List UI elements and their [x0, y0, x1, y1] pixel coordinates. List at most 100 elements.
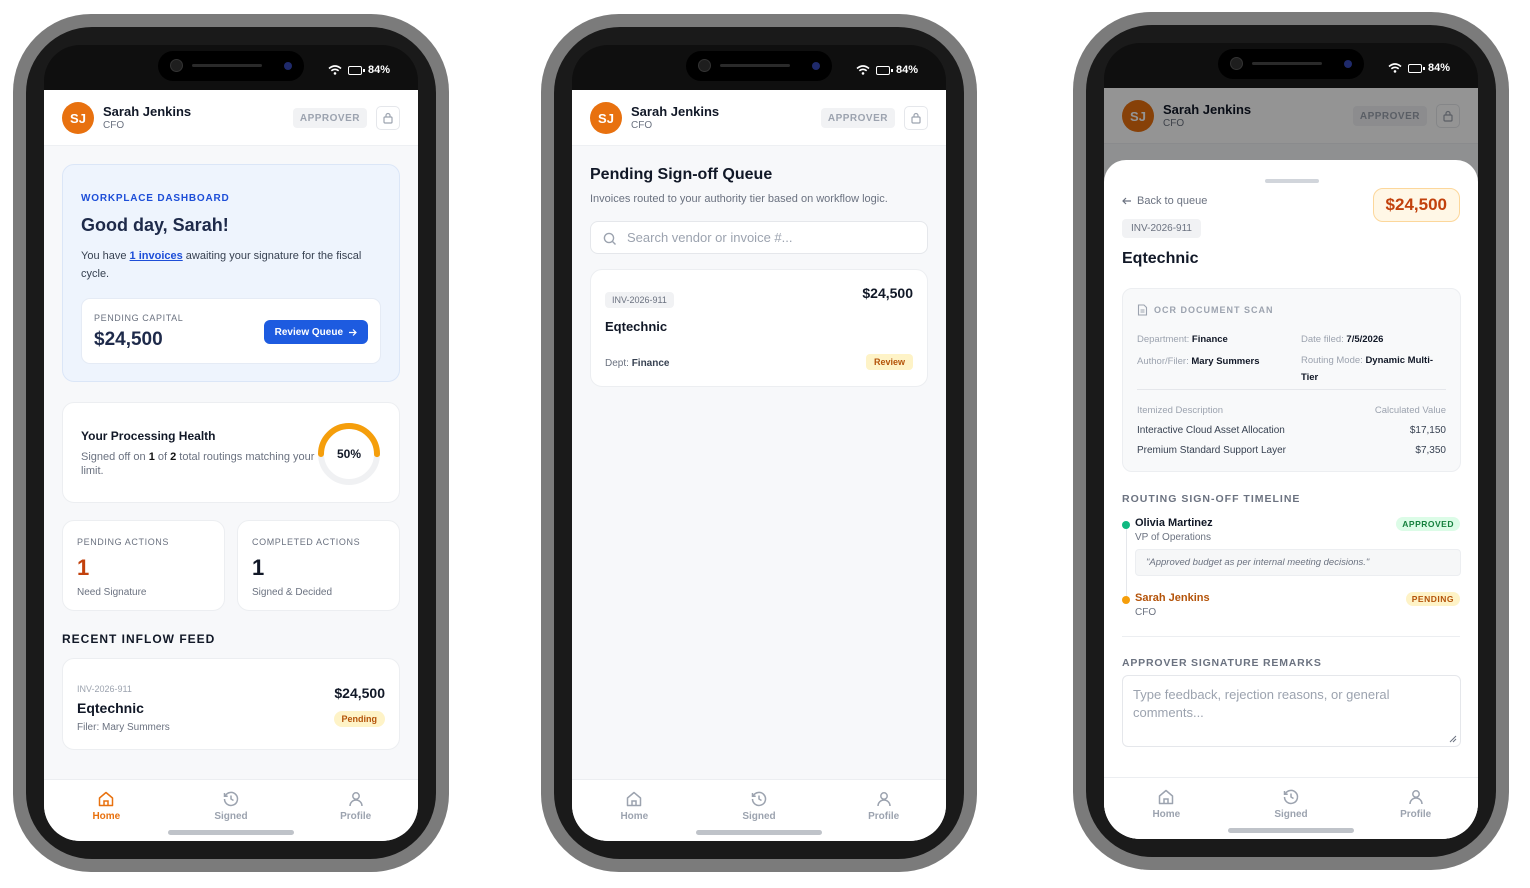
- remarks-placeholder: Type feedback, rejection reasons, or gen…: [1133, 687, 1390, 720]
- pending-actions-card: PENDING ACTIONS 1 Need Signature: [62, 520, 225, 611]
- feed-item-filer: Filer: Mary Summers: [77, 722, 170, 733]
- detail-invoice-id: INV-2026-911: [1122, 219, 1201, 238]
- queue-item-amount: $24,500: [862, 285, 913, 301]
- pending-actions-label: PENDING ACTIONS: [77, 537, 170, 547]
- pending-approver-role: CFO: [1135, 607, 1157, 618]
- tab-home[interactable]: Home: [1104, 778, 1229, 839]
- ocr-date: Date filed: 7/5/2026: [1301, 334, 1384, 345]
- queue-item-id: INV-2026-911: [605, 292, 674, 308]
- status-bar: 84%: [1104, 43, 1478, 88]
- ocr-author: Author/Filer: Mary Summers: [1137, 356, 1260, 367]
- app-header: SJ Sarah Jenkins CFO APPROVER: [44, 90, 418, 146]
- home-icon: [1159, 789, 1174, 805]
- arrow-left-icon: [1122, 197, 1131, 205]
- user-icon: [876, 792, 891, 807]
- home-indicator: [1228, 828, 1354, 833]
- wifi-icon: [328, 65, 342, 75]
- back-to-queue-link[interactable]: Back to queue: [1122, 195, 1207, 207]
- avatar[interactable]: SJ: [590, 102, 622, 134]
- battery-percent: 84%: [895, 64, 918, 76]
- arrow-right-icon: [349, 328, 357, 336]
- phone-queue: 84% SJ Sarah Jenkins CFO APPROVER Pendin…: [541, 14, 977, 872]
- resize-handle-icon[interactable]: [1448, 734, 1457, 743]
- pending-badge: PENDING: [1405, 592, 1460, 606]
- approver-note: "Approved budget as per internal meeting…: [1135, 549, 1461, 576]
- health-card: Your Processing Health Signed off on 1 o…: [62, 402, 400, 503]
- queue-item-status-badge: Review: [865, 354, 913, 370]
- battery-icon: [1407, 63, 1425, 73]
- user-icon: [348, 792, 363, 807]
- review-queue-button[interactable]: Review Queue: [263, 320, 368, 344]
- health-percent: 50%: [336, 447, 362, 461]
- role-badge: APPROVER: [820, 108, 895, 128]
- app-dashboard: SJ Sarah Jenkins CFO APPROVER WORKPLACE …: [44, 90, 418, 841]
- dynamic-island: [1218, 49, 1364, 79]
- pending-capital-card: PENDING CAPITAL $24,500 Review Queue: [81, 298, 381, 364]
- pending-actions-sub: Need Signature: [77, 587, 147, 598]
- home-indicator: [168, 830, 294, 835]
- tab-profile[interactable]: Profile: [821, 780, 946, 841]
- feed-item-status-badge: Pending: [333, 711, 385, 727]
- lock-icon: [383, 112, 393, 124]
- completed-actions-sub: Signed & Decided: [252, 587, 333, 598]
- feed-item[interactable]: INV-2026-911 Eqtechnic Filer: Mary Summe…: [62, 658, 400, 750]
- home-icon: [99, 791, 114, 807]
- queue-item-dept: Dept: Finance: [605, 358, 670, 369]
- tab-home[interactable]: Home: [572, 780, 697, 841]
- wifi-icon: [856, 65, 870, 75]
- remarks-title: APPROVER SIGNATURE REMARKS: [1122, 657, 1322, 669]
- user-name: Sarah Jenkins: [103, 104, 192, 119]
- tab-profile[interactable]: Profile: [293, 780, 418, 841]
- sheet-handle[interactable]: [1265, 179, 1319, 183]
- user-role: CFO: [631, 120, 653, 131]
- battery-icon: [347, 65, 365, 75]
- screen: 84% SJ Sarah Jenkins CFO APPROVER WORKPL…: [44, 45, 418, 841]
- health-title: Your Processing Health: [81, 429, 216, 443]
- ocr-divider: [1137, 389, 1446, 390]
- greeting: Good day, Sarah!: [81, 215, 229, 235]
- screen: 84% SJ Sarah Jenkins CFO APPROVER Pendin…: [572, 45, 946, 841]
- dynamic-island: [686, 51, 832, 81]
- feed-title: RECENT INFLOW FEED: [62, 632, 216, 646]
- completed-actions-value: 1: [252, 555, 265, 580]
- role-badge: APPROVER: [292, 108, 367, 128]
- column-value: Calculated Value: [1374, 405, 1446, 416]
- detail-vendor: Eqtechnic: [1122, 250, 1199, 267]
- pending-capital-value: $24,500: [94, 329, 163, 350]
- search-input[interactable]: Search vendor or invoice #...: [627, 230, 792, 245]
- dynamic-island: [158, 51, 304, 81]
- ocr-card: OCR DOCUMENT SCAN Department: Finance Da…: [1122, 288, 1461, 472]
- phone-detail: 84% SJ Sarah Jenkins CFO APPROVER Back t…: [1073, 12, 1509, 870]
- app-queue: SJ Sarah Jenkins CFO APPROVER Pending Si…: [572, 90, 946, 841]
- tab-profile[interactable]: Profile: [1353, 778, 1478, 839]
- app-header: SJ Sarah Jenkins CFO APPROVER: [572, 90, 946, 146]
- ocr-routing: Routing Mode: Dynamic Multi-Tier: [1301, 355, 1433, 383]
- timeline-dot-pending: [1122, 596, 1130, 604]
- tab-home[interactable]: Home: [44, 780, 169, 841]
- timeline-title: ROUTING SIGN-OFF TIMELINE: [1122, 493, 1301, 505]
- history-icon: [751, 791, 767, 807]
- invoices-link[interactable]: 1 invoices: [130, 250, 183, 262]
- ocr-title: OCR DOCUMENT SCAN: [1137, 304, 1274, 316]
- user-role: CFO: [103, 120, 125, 131]
- document-icon: [1137, 304, 1148, 316]
- queue-subtitle: Invoices routed to your authority tier b…: [590, 193, 888, 205]
- pending-actions-value: 1: [77, 555, 90, 580]
- approver-name: Olivia Martinez: [1135, 517, 1213, 529]
- line-item-value: $17,150: [1409, 425, 1446, 436]
- home-icon: [627, 791, 642, 807]
- health-text: Signed off on 1 of 2 total routings matc…: [81, 451, 315, 477]
- line-item-description: Interactive Cloud Asset Allocation: [1137, 425, 1285, 436]
- timeline-line: [1126, 526, 1127, 598]
- line-item-value: $7,350: [1415, 445, 1446, 456]
- lock-button[interactable]: [376, 106, 400, 130]
- column-description: Itemized Description: [1137, 405, 1224, 416]
- queue-item-vendor: Eqtechnic: [605, 319, 668, 334]
- avatar[interactable]: SJ: [62, 102, 94, 134]
- welcome-card: WORKPLACE DASHBOARD Good day, Sarah! You…: [62, 164, 400, 382]
- search-field[interactable]: Search vendor or invoice #...: [590, 221, 928, 254]
- remarks-textarea[interactable]: Type feedback, rejection reasons, or gen…: [1122, 675, 1461, 747]
- lock-button[interactable]: [904, 106, 928, 130]
- feed-item-amount: $24,500: [334, 685, 385, 701]
- queue-item[interactable]: INV-2026-911 Eqtechnic $24,500 Dept: Fin…: [590, 269, 928, 387]
